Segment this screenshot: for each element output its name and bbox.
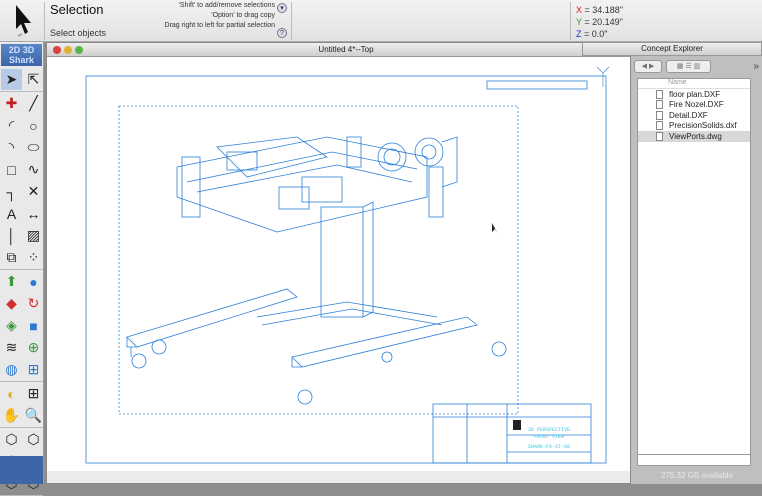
document-icon [656,131,663,141]
revision-block [486,80,588,90]
tool-rectangle-icon[interactable]: □ [1,159,22,180]
close-button[interactable] [53,46,61,54]
document-icon [656,110,663,120]
machine-drawing [126,136,507,405]
tool-view-iso2-icon[interactable]: ⬡ [23,429,44,450]
hint-drag: Drag right to left for partial selection [164,22,276,29]
file-item[interactable]: Fire Nozel.DXF [638,100,750,111]
tool-array-icon[interactable]: ⁘ [23,247,44,268]
tool-push-pull-icon[interactable]: ◆ [1,293,22,314]
explorer-title: Concept Explorer [641,44,703,53]
zoom-button[interactable] [75,46,83,54]
tool-shell-icon[interactable]: ◍ [1,359,22,380]
tool-revolve-icon[interactable]: ↻ [23,293,44,314]
y-label: Y [576,17,582,27]
tool-boolean-icon[interactable]: ⊕ [23,337,44,358]
horizontal-scrollbar[interactable] [637,454,751,466]
title-line1: 3D PERSPECTIVE [528,427,570,433]
more-button[interactable]: » [753,61,759,72]
document-icon [656,121,663,131]
tool-ellipse-icon[interactable]: ⬭ [23,137,44,158]
concept-explorer-window: Concept Explorer ◀ ▶ ▦ ☰ ▥ » Name floor … [582,42,762,484]
hint-option: 'Option' to drag copy [211,12,275,19]
palette-footer [0,456,43,484]
document-titlebar[interactable]: Untitled 4*--Top [47,43,645,57]
tool-arc-icon[interactable]: ◜ [1,115,22,136]
hint-shift: 'Shift' to add/remove selections [178,2,275,9]
tool-scale-icon[interactable]: ⧉ [1,247,22,268]
tool-solid-add-icon[interactable]: ⊞ [23,359,44,380]
view-mode-buttons[interactable]: ▦ ☰ ▥ [666,59,711,73]
tool-direct-select-icon[interactable]: ⇱ [23,69,44,90]
arrow-tool-icon [16,5,31,37]
disk-space-status: 275.32 GB available [660,471,734,480]
brand-bottom: Shark [8,55,34,65]
tool-text-icon[interactable]: A [1,203,22,224]
tool-line-icon[interactable]: ╱ [23,93,44,114]
file-name: floor plan.DXF [669,89,721,99]
coordinate-readout: X = 34.188" Y = 20.149" Z = 0.0" [576,4,623,40]
tool-point-icon[interactable]: ✚ [1,93,22,114]
tool-spline-icon[interactable]: ∿ [23,159,44,180]
back-forward-button[interactable]: ◀ ▶ [634,59,662,73]
file-name: Fire Nozel.DXF [669,100,724,110]
mode-bar: Selection Select objects 'Shift' to add/… [0,0,762,42]
cad-drawing: 3D PERSPECTIVE FRONT VIEW SHARK-FX-ST-08 [85,66,610,464]
tool-sphere-icon[interactable]: ● [23,271,44,292]
tool-trim-icon[interactable]: ✕ [23,181,44,202]
file-name: Detail.DXF [669,110,708,120]
tool-vertical-line-icon[interactable]: │ [1,225,22,246]
tool-zoom-icon[interactable]: 🔍 [23,405,44,426]
tool-fillet-icon[interactable]: ┐ [1,181,22,202]
title-block [432,403,592,464]
file-item[interactable]: Detail.DXF [638,110,750,121]
z-value: = 0.0" [584,29,608,39]
tool-hatch-icon[interactable]: ▨ [23,225,44,246]
explorer-titlebar[interactable]: Concept Explorer [582,42,762,56]
tool-selection-icon[interactable]: ➤ [1,69,22,90]
tool-extrude-icon[interactable]: ⬆ [1,271,22,292]
options-menu-button[interactable]: ▾ [277,3,287,13]
tool-fillet-arc-icon[interactable]: ◝ [1,137,22,158]
tool-circle-icon[interactable]: ○ [23,115,44,136]
x-label: X [576,5,583,15]
title-line2: FRONT VIEW [534,434,564,440]
file-name: ViewPorts.dwg [669,131,722,141]
sheet-border [85,75,607,464]
drawing-number: SHARK-FX-ST-08 [528,444,570,450]
tool-box-icon[interactable]: ■ [23,315,44,336]
tool-pan-icon[interactable]: ✋ [1,405,22,426]
brand-top: 2D 3D [8,45,35,55]
company-logo [513,420,521,430]
mouse-cursor-icon [492,223,498,234]
print-area [118,105,519,415]
document-icon [656,89,663,99]
shark-logo: 2D 3D Shark [1,44,42,66]
name-column-header[interactable]: Name [638,79,750,89]
x-value: = 34.188" [584,5,624,15]
file-item[interactable]: PrecisionSolids.dxf [638,121,750,132]
drawing-canvas[interactable]: 3D PERSPECTIVE FRONT VIEW SHARK-FX-ST-08 [47,57,631,471]
tool-viewports-icon[interactable]: ⊞ [23,383,44,404]
minimize-button[interactable] [64,46,72,54]
tool-loft-icon[interactable]: ≋ [1,337,22,358]
z-label: Z [576,29,582,39]
file-list: Name floor plan.DXF Fire Nozel.DXF Detail.… [637,78,751,458]
document-title: Untitled 4*--Top [318,45,374,54]
tool-sweep-icon[interactable]: ◈ [1,315,22,336]
file-item[interactable]: ViewPorts.dwg [638,131,750,142]
y-value: = 20.149" [584,17,623,27]
help-button[interactable]: ? [277,28,287,38]
tool-light-icon[interactable]: ◐ [1,383,22,404]
file-item[interactable]: floor plan.DXF [638,89,750,100]
document-window: Untitled 4*--Top 3D PERSPECTIVE FRONT VI… [46,42,646,484]
file-name: PrecisionSolids.dxf [669,121,737,131]
tool-dimension-icon[interactable]: ↔ [23,203,44,224]
tool-palette: 2D 3D Shark ➤ ⇱ ✚ ╱ ◜ ○ ◝ ⬭ □ ∿ ┐ ✕ A ↔ │ ▨ ⧉ ⁘ ⬆ ● ◆ ↻ ◈ ■ ≋ ⊕ ◍ ⊞ ◐… [0,42,44,496]
tool-view-iso1-icon[interactable]: ⬡ [1,429,22,450]
document-icon [656,100,663,110]
